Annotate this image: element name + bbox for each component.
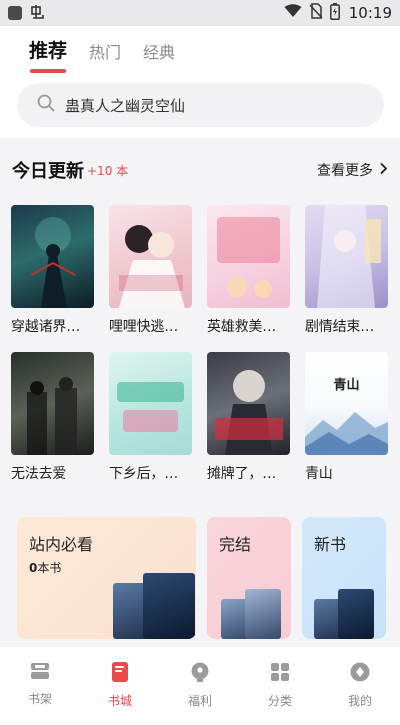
book-title: 英雄救美… bbox=[207, 319, 276, 335]
see-more-label: 查看更多 bbox=[317, 163, 373, 179]
notification-square-icon bbox=[8, 6, 22, 20]
tab-popular[interactable]: 热门 bbox=[89, 39, 121, 73]
category-icon bbox=[269, 661, 291, 687]
book-item[interactable]: 下乡后，… bbox=[109, 352, 192, 491]
nav-label: 福利 bbox=[187, 694, 212, 708]
card-title: 站内必看 bbox=[29, 535, 94, 554]
tab-classic[interactable]: 经典 bbox=[143, 39, 175, 73]
nav-category[interactable]: 分类 bbox=[250, 661, 310, 709]
no-sim-icon bbox=[309, 3, 323, 23]
book-item[interactable]: 青山 青山 bbox=[305, 352, 388, 491]
app-glyph-icon bbox=[30, 4, 46, 23]
book-cover bbox=[109, 205, 192, 308]
nav-label: 分类 bbox=[267, 694, 292, 708]
book-count-unit: 本书 bbox=[37, 561, 62, 575]
book-cover-title: 青山 bbox=[333, 378, 360, 393]
book-item[interactable]: 摊牌了，… bbox=[207, 352, 290, 491]
today-update-header: 今日更新 +10 本 查看更多 bbox=[0, 150, 400, 190]
must-read-card[interactable]: 站内必看 0本书 bbox=[17, 517, 196, 639]
battery-icon bbox=[329, 2, 340, 24]
book-item[interactable]: 英雄救美… bbox=[207, 205, 290, 344]
card-title: 新书 bbox=[314, 535, 347, 554]
status-time: 10:19 bbox=[348, 4, 392, 22]
book-item[interactable]: 剧情结束… bbox=[305, 205, 388, 344]
card-book-cover bbox=[338, 589, 374, 639]
card-book-cover bbox=[245, 589, 281, 639]
see-more-link[interactable]: 查看更多 bbox=[317, 160, 388, 180]
nav-profile[interactable]: 我的 bbox=[330, 661, 390, 709]
book-cover bbox=[11, 205, 94, 308]
bookstore-icon bbox=[110, 661, 130, 687]
book-cover bbox=[207, 205, 290, 308]
nav-bookshelf[interactable]: 书架 bbox=[10, 661, 70, 707]
bookshelf-icon bbox=[29, 661, 51, 685]
bottom-nav: 书架 书城 福利 分类 我的 bbox=[0, 647, 400, 725]
book-title: 剧情结束… bbox=[305, 319, 374, 335]
book-title: 摊牌了，… bbox=[207, 466, 276, 482]
chevron-right-icon bbox=[379, 162, 388, 179]
search-query-text: 蛊真人之幽灵空仙 bbox=[65, 96, 186, 115]
nav-label: 书城 bbox=[107, 694, 132, 708]
book-title: 无法去爱 bbox=[11, 466, 67, 482]
nav-label: 书架 bbox=[27, 692, 52, 706]
book-cover bbox=[109, 352, 192, 455]
section-title: 今日更新 bbox=[12, 161, 84, 182]
book-item[interactable]: 穿越诸界… bbox=[11, 205, 94, 344]
nav-welfare[interactable]: 福利 bbox=[170, 661, 230, 709]
book-cover bbox=[305, 205, 388, 308]
book-item[interactable]: 哩哩快逃… bbox=[109, 205, 192, 344]
new-books-card[interactable]: 新书 bbox=[302, 517, 386, 639]
nav-bookstore[interactable]: 书城 bbox=[90, 661, 150, 709]
top-tabs: 推荐 热门 经典 bbox=[29, 36, 175, 73]
book-title: 穿越诸界… bbox=[11, 319, 80, 335]
completed-card[interactable]: 完结 bbox=[207, 517, 291, 639]
book-cover bbox=[11, 352, 94, 455]
search-icon bbox=[37, 94, 55, 116]
wifi-icon bbox=[284, 4, 302, 22]
status-bar: 10:19 bbox=[0, 0, 400, 26]
book-title: 下乡后，… bbox=[109, 466, 178, 482]
book-cover bbox=[207, 352, 290, 455]
welfare-icon bbox=[189, 661, 211, 687]
book-cover: 青山 bbox=[305, 352, 388, 455]
card-subtitle: 0本书 bbox=[29, 559, 61, 576]
promo-cards: 站内必看 0本书 完结 新书 bbox=[17, 517, 386, 639]
card-book-cover bbox=[143, 573, 195, 639]
update-count-badge: +10 本 bbox=[87, 163, 129, 178]
book-title: 哩哩快逃… bbox=[109, 319, 178, 335]
search-bar[interactable]: 蛊真人之幽灵空仙 bbox=[17, 83, 384, 127]
book-item[interactable]: 无法去爱 bbox=[11, 352, 94, 491]
book-grid: 穿越诸界… 哩哩快逃… 英雄救美… 剧情结束… 无法去爱 下乡后，… 摊牌了，…… bbox=[11, 205, 389, 491]
profile-icon bbox=[349, 661, 371, 687]
tab-recommend[interactable]: 推荐 bbox=[29, 36, 67, 73]
nav-label: 我的 bbox=[347, 694, 372, 708]
header: 推荐 热门 经典 蛊真人之幽灵空仙 bbox=[0, 26, 400, 138]
card-title: 完结 bbox=[219, 535, 252, 554]
book-title: 青山 bbox=[305, 466, 333, 482]
